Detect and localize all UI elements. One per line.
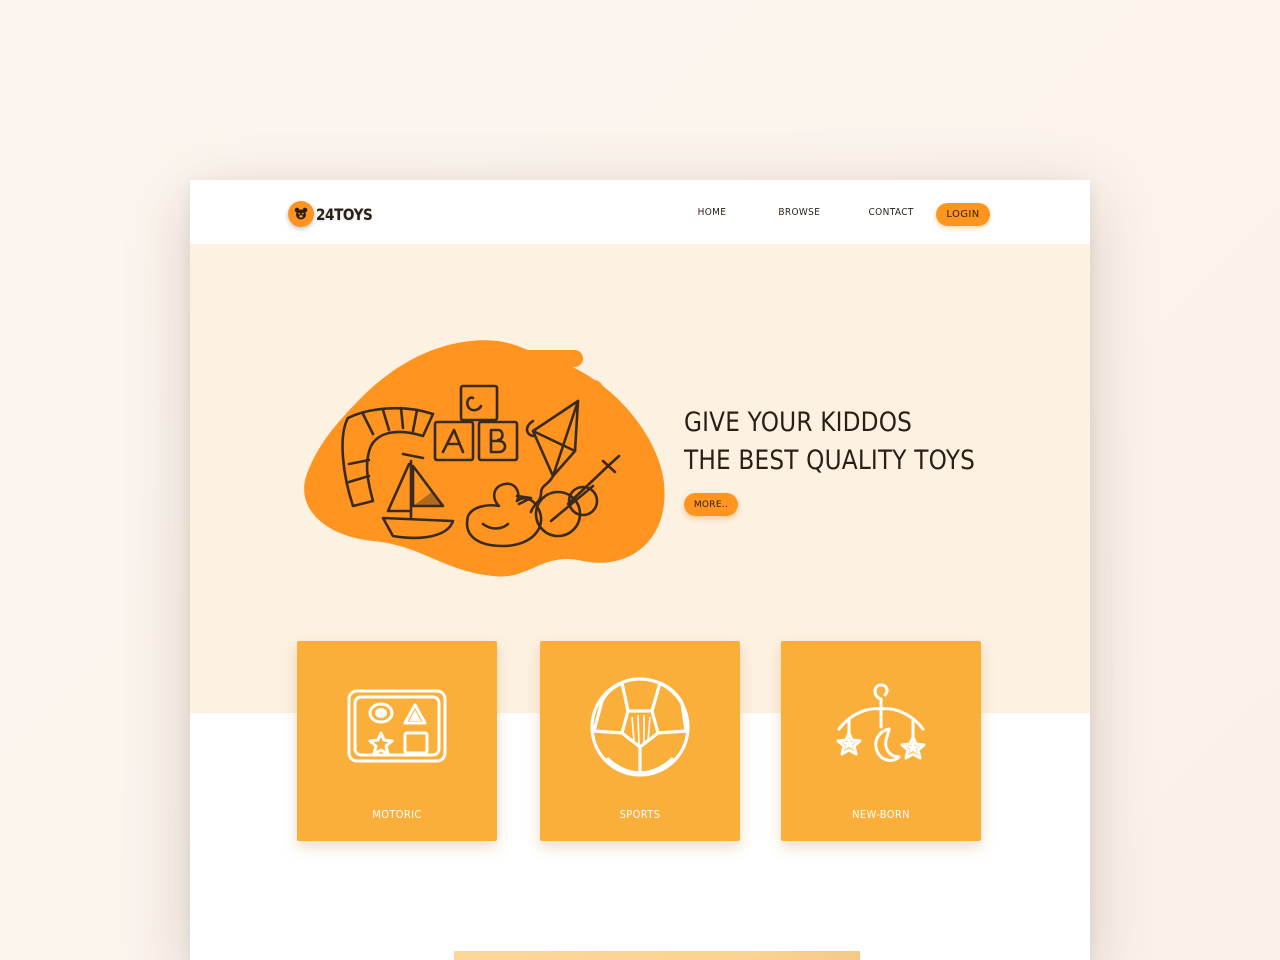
next-section-teaser [454, 951, 860, 960]
browser-frame: 24TOYS HOME BROWSE CONTACT LOGIN GIVE YO… [190, 180, 1090, 960]
nav-home[interactable]: HOME [698, 207, 727, 218]
category-card-motoric[interactable]: MOTORIC [297, 641, 497, 841]
site-header: 24TOYS HOME BROWSE CONTACT LOGIN [190, 180, 1090, 244]
baby-mobile-icon [836, 683, 926, 762]
hero-title: GIVE YOUR KIDDOS THE BEST QUALITY TOYS [684, 404, 975, 480]
toys-doodle-icon [304, 340, 665, 577]
category-label: NEW-BORN [852, 808, 910, 821]
shape-sorter-icon [347, 689, 447, 763]
category-label: MOTORIC [372, 808, 422, 821]
login-button[interactable]: LOGIN [936, 203, 990, 226]
category-card-new-born[interactable]: NEW-BORN [781, 641, 981, 841]
hero-title-line-1: GIVE YOUR KIDDOS [684, 407, 913, 438]
hero-title-line-2: THE BEST QUALITY TOYS [684, 445, 976, 476]
category-label: SPORTS [619, 808, 661, 821]
main-nav: HOME BROWSE CONTACT LOGIN [190, 203, 1090, 227]
nav-contact[interactable]: CONTACT [869, 207, 914, 218]
more-button[interactable]: MORE.. [684, 493, 738, 516]
category-list: MOTORIC SPORTS NEW-BORN [190, 641, 1090, 841]
category-card-sports[interactable]: SPORTS [540, 641, 740, 841]
soccer-ball-icon [590, 677, 690, 777]
nav-browse[interactable]: BROWSE [778, 207, 820, 218]
